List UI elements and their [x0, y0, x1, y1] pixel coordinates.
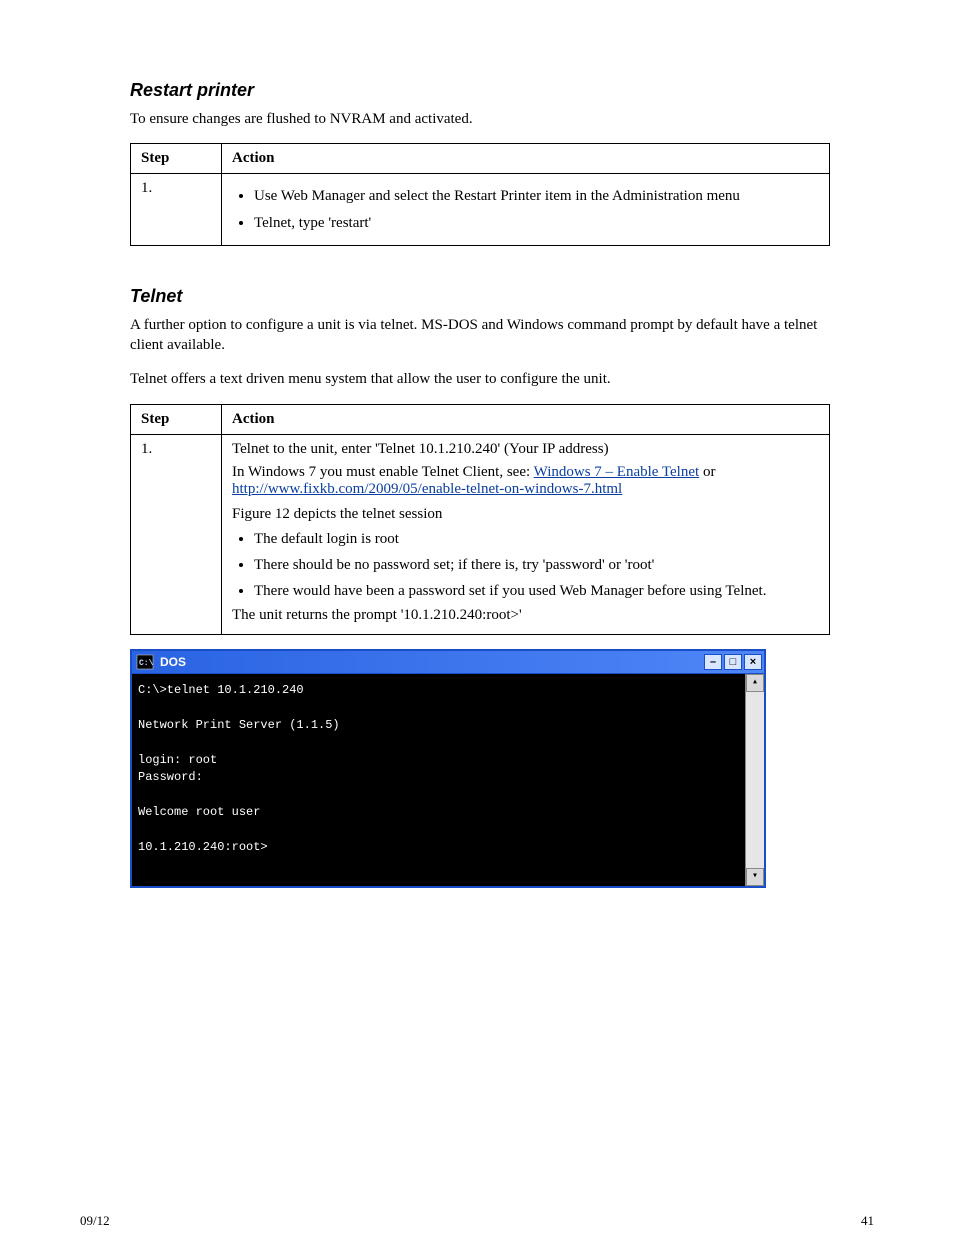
- list-item: There should be no password set; if ther…: [254, 555, 819, 575]
- list-item: There would have been a password set if …: [254, 581, 819, 601]
- step-number: 1.: [131, 434, 222, 635]
- dos-titlebar[interactable]: C:\ DOS – □ ×: [132, 651, 764, 674]
- minimize-button[interactable]: –: [704, 654, 722, 670]
- scroll-track[interactable]: [746, 692, 764, 868]
- svg-text:C:\: C:\: [139, 659, 154, 668]
- page: Restart printer To ensure changes are fl…: [0, 0, 954, 1235]
- restart-intro-text: To ensure changes are flushed to NVRAM a…: [130, 109, 824, 129]
- action-line: Telnet to the unit, enter 'Telnet 10.1.2…: [232, 441, 819, 458]
- col-header-action: Action: [222, 404, 830, 434]
- window-control-buttons: – □ ×: [704, 654, 762, 670]
- terminal-line: Welcome root user: [138, 805, 260, 819]
- action-line: In Windows 7 you must enable Telnet Clie…: [232, 464, 819, 498]
- table-header-row: Step Action: [131, 144, 830, 174]
- maximize-button[interactable]: □: [724, 654, 742, 670]
- footer-page-number: 41: [861, 1213, 874, 1229]
- heading-restart-printer: Restart printer: [130, 80, 894, 101]
- list-item: Use Web Manager and select the Restart P…: [254, 186, 819, 206]
- cmd-icon: C:\: [136, 654, 154, 670]
- col-header-step: Step: [131, 144, 222, 174]
- action-line-text: In Windows 7 you must enable Telnet Clie…: [232, 464, 534, 480]
- step-action-cell: Telnet to the unit, enter 'Telnet 10.1.2…: [222, 434, 830, 635]
- list-item: The default login is root: [254, 529, 819, 549]
- link-fixkb[interactable]: http://www.fixkb.com/2009/05/enable-teln…: [232, 481, 622, 497]
- dos-scrollbar[interactable]: ▴ ▾: [745, 674, 764, 886]
- terminal-line: 10.1.210.240:root>: [138, 840, 268, 854]
- table-telnet-steps: Step Action 1. Telnet to the unit, enter…: [130, 404, 830, 636]
- footer-date: 09/12: [80, 1213, 110, 1229]
- terminal-line: Network Print Server (1.1.5): [138, 718, 340, 732]
- action-line: Figure 12 depicts the telnet session: [232, 506, 819, 523]
- close-button[interactable]: ×: [744, 654, 762, 670]
- telnet-body-1: A further option to configure a unit is …: [130, 315, 824, 356]
- scroll-up-button[interactable]: ▴: [746, 674, 764, 692]
- step-action-cell: Use Web Manager and select the Restart P…: [222, 174, 830, 246]
- table-row: 1. Use Web Manager and select the Restar…: [131, 174, 830, 246]
- scroll-down-button[interactable]: ▾: [746, 868, 764, 886]
- action-line: The unit returns the prompt '10.1.210.24…: [232, 607, 819, 624]
- terminal-line: C:\>telnet 10.1.210.240: [138, 683, 304, 697]
- dos-terminal-body[interactable]: C:\>telnet 10.1.210.240 Network Print Se…: [132, 674, 745, 886]
- action-line-text: or: [703, 464, 716, 480]
- table-header-row: Step Action: [131, 404, 830, 434]
- dos-window-title: DOS: [158, 655, 704, 669]
- table-row: 1. Telnet to the unit, enter 'Telnet 10.…: [131, 434, 830, 635]
- heading-telnet: Telnet: [130, 286, 894, 307]
- terminal-line: login: root: [138, 753, 217, 767]
- col-header-action: Action: [222, 144, 830, 174]
- telnet-body-2: Telnet offers a text driven menu system …: [130, 369, 824, 389]
- table-restart-steps: Step Action 1. Use Web Manager and selec…: [130, 143, 830, 246]
- terminal-line: Password:: [138, 770, 203, 784]
- col-header-step: Step: [131, 404, 222, 434]
- step-number: 1.: [131, 174, 222, 246]
- list-item: Telnet, type 'restart': [254, 213, 819, 233]
- dos-window: C:\ DOS – □ × C:\>telnet 10.1.210.240 Ne…: [130, 649, 766, 888]
- link-enable-telnet[interactable]: Windows 7 – Enable Telnet: [534, 464, 700, 480]
